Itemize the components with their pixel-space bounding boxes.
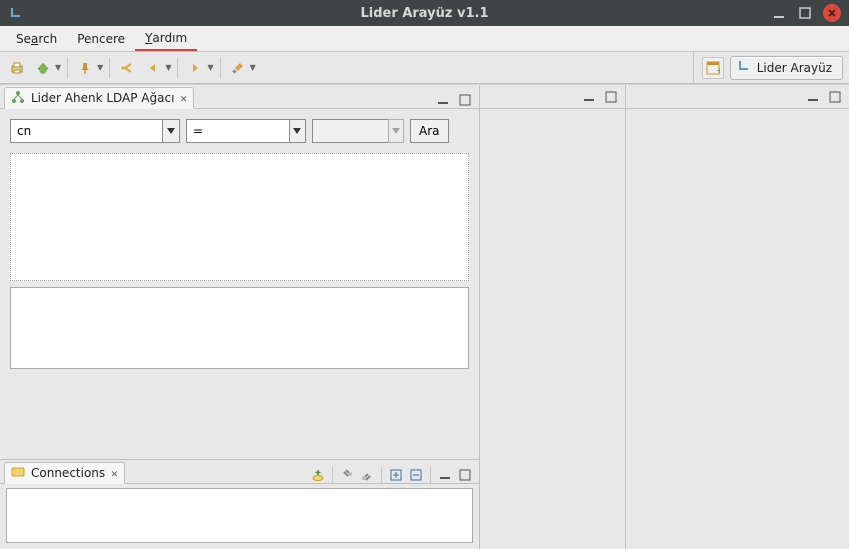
ldap-attr-input[interactable]	[10, 119, 162, 143]
toolbar-separator	[109, 58, 110, 78]
nav-last-edit-icon[interactable]	[116, 57, 138, 79]
expand-all-icon[interactable]	[388, 467, 404, 483]
disconnect-icon[interactable]	[359, 467, 375, 483]
toolbar-dropdown-2[interactable]: ▼	[74, 57, 103, 79]
chevron-down-icon[interactable]	[162, 119, 180, 143]
middle-column	[480, 85, 626, 549]
new-connection-icon[interactable]	[310, 467, 326, 483]
close-tab-icon[interactable]: ✕	[111, 467, 118, 480]
ldap-tree-tab[interactable]: Lider Ahenk LDAP Ağacı ✕	[4, 87, 194, 109]
close-tab-icon[interactable]: ✕	[180, 92, 187, 105]
svg-text:+: +	[716, 66, 720, 75]
toolbar-separator	[67, 58, 68, 78]
pin-icon	[74, 57, 96, 79]
print-icon[interactable]	[6, 57, 28, 79]
chevron-down-icon[interactable]	[289, 119, 306, 143]
search-dropdown[interactable]: ▼	[227, 57, 256, 79]
window-titlebar: Lider Arayüz v1.1	[0, 0, 849, 26]
perspective-lider-arayuz[interactable]: Lider Arayüz	[730, 56, 843, 80]
right-column-header	[626, 85, 849, 109]
toolbar-separator	[177, 58, 178, 78]
window-minimize-button[interactable]	[771, 5, 787, 21]
connect-icon[interactable]	[339, 467, 355, 483]
middle-column-header	[480, 85, 625, 109]
collapse-all-icon[interactable]	[408, 467, 424, 483]
connections-tab[interactable]: Connections ✕	[4, 462, 125, 484]
window-title: Lider Arayüz v1.1	[0, 6, 849, 21]
maximize-view-icon[interactable]	[603, 89, 619, 105]
debug-icon	[32, 57, 54, 79]
ldap-attr-combo[interactable]	[10, 119, 180, 143]
arrow-right-icon	[184, 57, 206, 79]
ldap-view-tabbar: Lider Ahenk LDAP Ağacı ✕	[0, 85, 479, 109]
tree-icon	[11, 90, 25, 107]
connections-view: Connections ✕	[0, 459, 479, 549]
menu-yardim[interactable]: Yardım	[135, 26, 197, 51]
minimize-view-icon[interactable]	[581, 89, 597, 105]
left-column: Lider Ahenk LDAP Ağacı ✕	[0, 85, 480, 549]
connections-tabbar: Connections ✕	[0, 460, 479, 484]
ldap-op-combo[interactable]	[186, 119, 306, 143]
nav-back-dropdown[interactable]: ▼	[142, 57, 171, 79]
app-icon	[8, 5, 24, 21]
menubar: Search Pencere Yardım	[0, 26, 849, 52]
ldap-op-input[interactable]	[186, 119, 289, 143]
connections-list[interactable]	[6, 488, 473, 543]
workspace: Lider Ahenk LDAP Ağacı ✕	[0, 84, 849, 549]
maximize-view-icon[interactable]	[457, 92, 473, 108]
ldap-value-combo[interactable]	[312, 119, 404, 143]
perspective-label: Lider Arayüz	[757, 61, 832, 75]
ldap-tab-label: Lider Ahenk LDAP Ağacı	[31, 91, 174, 105]
window-maximize-button[interactable]	[797, 5, 813, 21]
nav-forward-dropdown[interactable]: ▼	[184, 57, 213, 79]
maximize-view-icon[interactable]	[827, 89, 843, 105]
menu-pencere[interactable]: Pencere	[67, 26, 135, 51]
toolbar-separator	[220, 58, 221, 78]
flashlight-icon	[227, 57, 249, 79]
ldap-view-body: Ara	[0, 109, 479, 459]
lider-logo-icon	[737, 59, 751, 76]
menu-search[interactable]: Search	[6, 26, 67, 51]
open-perspective-icon[interactable]: +	[702, 57, 724, 79]
ldap-value-input[interactable]	[312, 119, 388, 143]
right-column	[626, 85, 849, 549]
chevron-down-icon[interactable]	[388, 119, 404, 143]
connections-icon	[11, 465, 25, 482]
ldap-search-row: Ara	[10, 119, 469, 143]
connections-tab-label: Connections	[31, 466, 105, 480]
minimize-view-icon[interactable]	[437, 467, 453, 483]
arrow-left-icon	[142, 57, 164, 79]
minimize-view-icon[interactable]	[435, 92, 451, 108]
maximize-view-icon[interactable]	[457, 467, 473, 483]
ldap-detail-panel[interactable]	[10, 287, 469, 369]
window-close-button[interactable]	[823, 4, 841, 22]
main-toolbar: ▼ ▼ ▼ ▼ ▼ +	[0, 52, 849, 84]
toolbar-dropdown-1[interactable]: ▼	[32, 57, 61, 79]
ldap-search-button[interactable]: Ara	[410, 119, 449, 143]
minimize-view-icon[interactable]	[805, 89, 821, 105]
perspective-bar: + Lider Arayüz	[693, 52, 843, 83]
ldap-results-panel[interactable]	[10, 153, 469, 281]
